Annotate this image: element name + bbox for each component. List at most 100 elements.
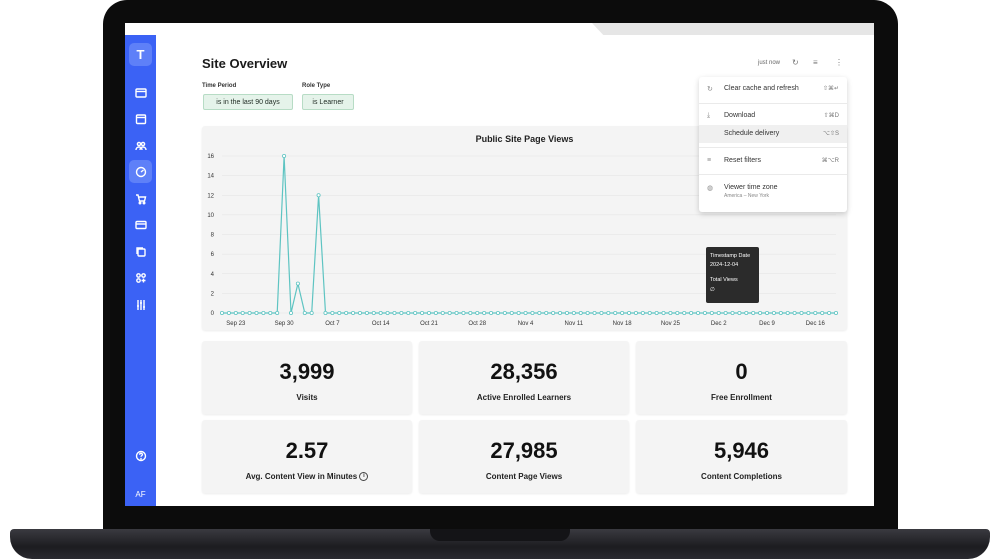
more-vertical-icon[interactable]: ⋮ xyxy=(835,58,843,67)
data-point[interactable] xyxy=(413,310,418,315)
data-point[interactable] xyxy=(489,310,494,315)
data-point[interactable] xyxy=(820,310,825,315)
data-point[interactable] xyxy=(654,310,659,315)
data-point[interactable] xyxy=(771,310,776,315)
data-point[interactable] xyxy=(585,310,590,315)
data-point[interactable] xyxy=(440,310,445,315)
data-point[interactable] xyxy=(371,310,376,315)
data-point[interactable] xyxy=(330,310,335,315)
data-point[interactable] xyxy=(799,310,804,315)
data-point[interactable] xyxy=(723,310,728,315)
data-point[interactable] xyxy=(558,310,563,315)
data-point[interactable] xyxy=(537,310,542,315)
data-point[interactable] xyxy=(834,310,839,315)
data-point[interactable] xyxy=(226,310,231,315)
data-point[interactable] xyxy=(233,310,238,315)
data-point[interactable] xyxy=(544,310,549,315)
data-point[interactable] xyxy=(247,310,252,315)
data-point[interactable] xyxy=(564,310,569,315)
data-point[interactable] xyxy=(454,310,459,315)
data-point[interactable] xyxy=(420,310,425,315)
data-point[interactable] xyxy=(578,310,583,315)
data-point[interactable] xyxy=(282,153,287,158)
data-point[interactable] xyxy=(758,310,763,315)
sliders-icon[interactable] xyxy=(129,293,152,316)
data-point[interactable] xyxy=(806,310,811,315)
user-initials[interactable]: AF xyxy=(125,490,156,499)
data-point[interactable] xyxy=(509,310,514,315)
data-point[interactable] xyxy=(482,310,487,315)
data-point[interactable] xyxy=(337,310,342,315)
data-point[interactable] xyxy=(399,310,404,315)
data-point[interactable] xyxy=(468,310,473,315)
data-point[interactable] xyxy=(240,310,245,315)
data-point[interactable] xyxy=(647,310,652,315)
data-point[interactable] xyxy=(792,310,797,315)
apps-grid-icon[interactable] xyxy=(129,266,152,289)
copy-icon[interactable] xyxy=(129,240,152,263)
data-point[interactable] xyxy=(696,310,701,315)
data-point[interactable] xyxy=(261,310,266,315)
data-point[interactable] xyxy=(709,310,714,315)
data-point[interactable] xyxy=(620,310,625,315)
filter-chip[interactable]: is in the last 90 days xyxy=(203,94,293,110)
shopping-cart-icon[interactable] xyxy=(129,187,152,210)
data-point[interactable] xyxy=(495,310,500,315)
data-point[interactable] xyxy=(219,310,224,315)
data-point[interactable] xyxy=(323,310,328,315)
data-point[interactable] xyxy=(426,310,431,315)
filter-chip[interactable]: is Learner xyxy=(302,94,354,110)
data-point[interactable] xyxy=(516,310,521,315)
menu-item-download[interactable]: ⤓ Download ⇧⌘D xyxy=(699,107,847,125)
app-logo[interactable]: T xyxy=(129,43,152,66)
data-point[interactable] xyxy=(813,310,818,315)
data-point[interactable] xyxy=(530,310,535,315)
data-point[interactable] xyxy=(633,310,638,315)
data-point[interactable] xyxy=(716,310,721,315)
data-point[interactable] xyxy=(668,310,673,315)
data-point[interactable] xyxy=(785,310,790,315)
data-point[interactable] xyxy=(682,310,687,315)
data-point[interactable] xyxy=(357,310,362,315)
data-point[interactable] xyxy=(447,310,452,315)
data-point[interactable] xyxy=(523,310,528,315)
data-point[interactable] xyxy=(351,310,356,315)
data-point[interactable] xyxy=(640,310,645,315)
data-point[interactable] xyxy=(275,310,280,315)
data-point[interactable] xyxy=(627,310,632,315)
dashboard-gauge-icon[interactable] xyxy=(129,160,152,183)
data-point[interactable] xyxy=(751,310,756,315)
data-point[interactable] xyxy=(385,310,390,315)
data-point[interactable] xyxy=(675,310,680,315)
calendar-icon[interactable] xyxy=(129,107,152,130)
data-point[interactable] xyxy=(302,310,307,315)
data-point[interactable] xyxy=(309,310,314,315)
data-point[interactable] xyxy=(268,310,273,315)
data-point[interactable] xyxy=(571,310,576,315)
data-point[interactable] xyxy=(344,310,349,315)
credit-card-icon[interactable] xyxy=(129,213,152,236)
data-point[interactable] xyxy=(606,310,611,315)
data-point[interactable] xyxy=(827,310,832,315)
data-point[interactable] xyxy=(599,310,604,315)
menu-item-reset-filters[interactable]: ≡ Reset filters ⌘⌥R xyxy=(699,152,847,170)
data-point[interactable] xyxy=(613,310,618,315)
refresh-icon[interactable]: ↻ xyxy=(792,58,799,67)
data-point[interactable] xyxy=(461,310,466,315)
filter-icon[interactable]: ≡ xyxy=(813,58,818,67)
data-point[interactable] xyxy=(702,310,707,315)
data-point[interactable] xyxy=(406,310,411,315)
menu-item-schedule[interactable]: Schedule delivery ⌥⇧S xyxy=(699,125,847,143)
menu-item-time-zone[interactable]: ◍ Viewer time zone xyxy=(699,179,847,197)
data-point[interactable] xyxy=(765,310,770,315)
data-point[interactable] xyxy=(744,310,749,315)
data-point[interactable] xyxy=(551,310,556,315)
users-icon[interactable] xyxy=(129,134,152,157)
data-point[interactable] xyxy=(475,310,480,315)
data-point[interactable] xyxy=(433,310,438,315)
data-point[interactable] xyxy=(502,310,507,315)
data-point[interactable] xyxy=(364,310,369,315)
help-circle-icon[interactable] xyxy=(129,444,152,467)
info-icon[interactable]: i xyxy=(359,472,369,482)
data-point[interactable] xyxy=(778,310,783,315)
